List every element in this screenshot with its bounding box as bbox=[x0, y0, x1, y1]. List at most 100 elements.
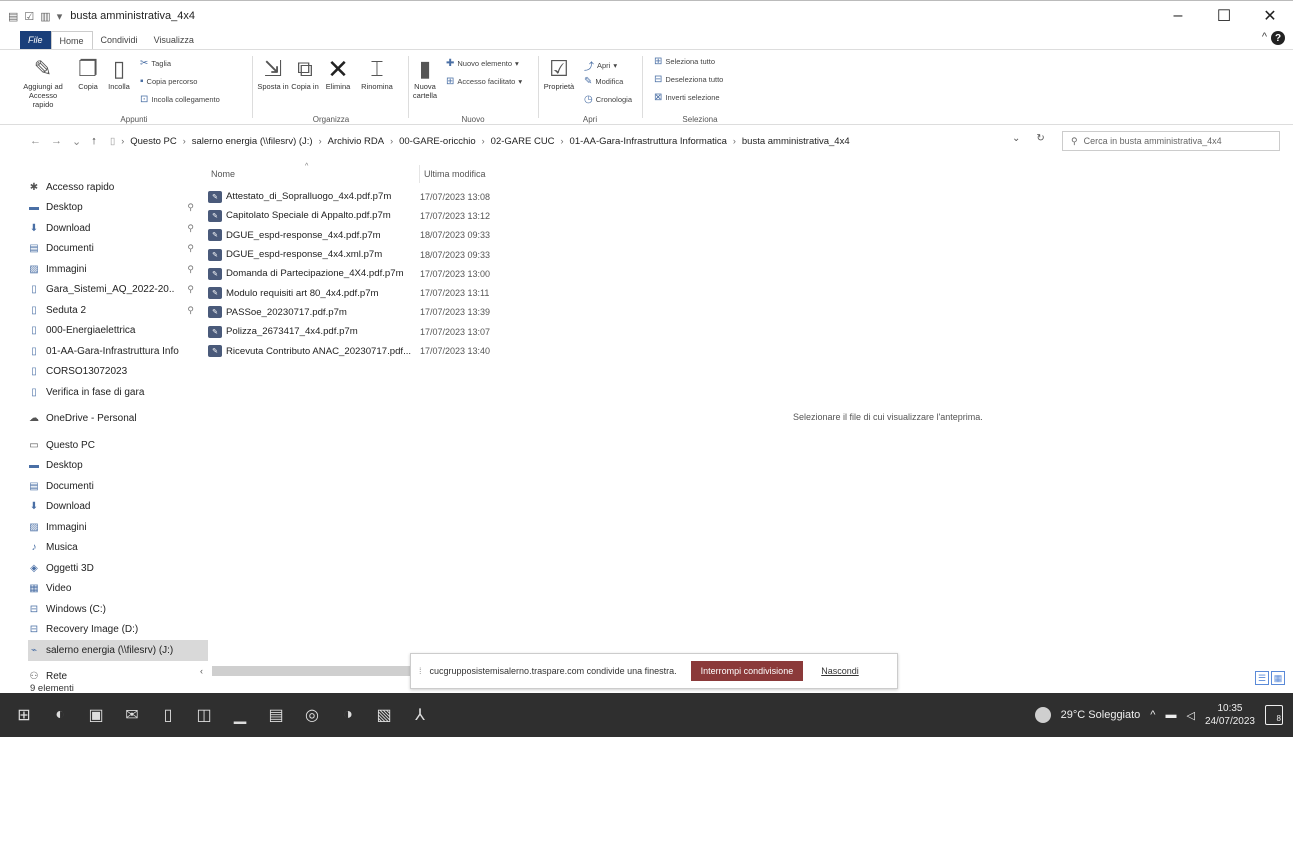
nav-item[interactable]: ▯ CORSO13072023 bbox=[28, 362, 208, 383]
nav-item[interactable]: ◈ Oggetti 3D bbox=[28, 558, 208, 579]
app-icon[interactable]: ◎ bbox=[294, 693, 330, 737]
open-button[interactable]: ⤴ Apri ▾ bbox=[584, 58, 617, 73]
edge-icon[interactable]: ◐ bbox=[42, 693, 78, 737]
nav-item[interactable]: ▯ 01-AA-Gara-Infrastruttura Info bbox=[28, 341, 208, 362]
breadcrumb-item[interactable]: 02-GARE CUC bbox=[491, 136, 555, 147]
nav-quick-access[interactable]: ✱ Accesso rapido bbox=[28, 177, 208, 198]
search-input[interactable]: ⚲ Cerca in busta amministrativa_4x4 bbox=[1062, 131, 1280, 151]
windows-start-icon[interactable]: ⊞ bbox=[6, 693, 42, 737]
nav-this-pc[interactable]: ▭ Questo PC bbox=[28, 435, 208, 456]
breadcrumb-item[interactable]: 01-AA-Gara-Infrastruttura Informatica bbox=[570, 136, 727, 147]
hide-link[interactable]: Nascondi bbox=[821, 666, 859, 676]
copy-to-button[interactable]: ⧉ Copia in bbox=[288, 56, 322, 91]
properties-button[interactable]: ☑ Proprietà bbox=[540, 56, 578, 91]
close-button[interactable]: ✕ bbox=[1247, 1, 1293, 31]
network-icon[interactable]: ▬ bbox=[1165, 709, 1176, 721]
tab-home[interactable]: Home bbox=[50, 31, 93, 49]
copy-path-button[interactable]: ▪ Copia percorso bbox=[140, 76, 197, 87]
forward-icon[interactable]: → bbox=[51, 135, 62, 148]
acrobat-icon[interactable]: ⅄ bbox=[402, 693, 438, 737]
chevron-down-icon[interactable]: ⌄ bbox=[1012, 133, 1020, 144]
easy-access-button[interactable]: ⊞ Accesso facilitato ▾ bbox=[446, 76, 522, 87]
file-row[interactable]: ✎ DGUE_espd-response_4x4.xml.p7m 18/07/202… bbox=[208, 245, 538, 264]
collapse-ribbon-icon[interactable]: ^ bbox=[1262, 31, 1267, 45]
breadcrumb-item[interactable]: Questo PC bbox=[130, 136, 176, 147]
tab-share[interactable]: Condividi bbox=[93, 31, 146, 49]
nav-item[interactable]: ▤ Documenti ⚲ bbox=[28, 239, 208, 260]
details-view-icon[interactable]: ☰ bbox=[1255, 671, 1269, 685]
nav-item[interactable]: ▯ Seduta 2 ⚲ bbox=[28, 300, 208, 321]
nav-item[interactable]: ⊟ Recovery Image (D:) bbox=[28, 620, 208, 641]
horizontal-scrollbar[interactable]: ‹ bbox=[200, 665, 410, 677]
paste-shortcut-button[interactable]: ⊡ Incolla collegamento bbox=[140, 94, 220, 105]
folder-icon[interactable]: ▤ bbox=[8, 10, 18, 23]
nav-item[interactable]: ♪ Musica bbox=[28, 538, 208, 559]
nav-item[interactable]: ▦ Video bbox=[28, 579, 208, 600]
properties-icon[interactable]: ☑ bbox=[24, 10, 34, 23]
nav-item[interactable]: ▬ Desktop bbox=[28, 456, 208, 477]
file-row[interactable]: ✎ Attestato_di_Sopralluogo_4x4.pdf.p7m 17/… bbox=[208, 187, 538, 206]
folder-icon[interactable]: ▤ bbox=[258, 693, 294, 737]
nav-item[interactable]: ▤ Documenti bbox=[28, 476, 208, 497]
column-header-name[interactable]: Nome bbox=[207, 165, 419, 183]
file-row[interactable]: ✎ DGUE_espd-response_4x4.pdf.p7m 18/07/202… bbox=[208, 226, 538, 245]
file-row[interactable]: ✎ Ricevuta Contributo ANAC_20230717.pdf..… bbox=[208, 341, 538, 360]
rename-button[interactable]: ⌶ Rinomina bbox=[356, 56, 398, 91]
app-icon[interactable]: ▁ bbox=[222, 693, 258, 737]
large-icons-view-icon[interactable]: ▦ bbox=[1271, 671, 1285, 685]
nav-item[interactable]: ▯ Verifica in fase di gara bbox=[28, 382, 208, 403]
notifications-icon[interactable]: 8 bbox=[1265, 705, 1283, 725]
clock[interactable]: 10:35 24/07/2023 bbox=[1205, 702, 1255, 728]
weather-icon[interactable] bbox=[1034, 707, 1051, 723]
scrollbar-thumb[interactable] bbox=[212, 666, 410, 676]
stop-sharing-button[interactable]: Interrompi condivisione bbox=[690, 661, 804, 681]
select-all-button[interactable]: ⊞ Seleziona tutto bbox=[654, 56, 715, 67]
new-folder-button[interactable]: ▮ Nuova cartella bbox=[410, 56, 440, 100]
paste-button[interactable]: ▯ Incolla bbox=[102, 56, 136, 91]
drag-handle-icon[interactable]: ⁞ bbox=[419, 666, 422, 676]
file-row[interactable]: ✎ Domanda di Partecipazione_4X4.pdf.p7m 17… bbox=[208, 264, 538, 283]
file-row[interactable]: ✎ Modulo requisiti art 80_4x4.pdf.p7m 17/0… bbox=[208, 283, 538, 302]
chevron-up-icon[interactable]: ^ bbox=[1150, 709, 1155, 721]
help-icon[interactable]: ? bbox=[1271, 31, 1285, 45]
breadcrumb-item[interactable]: 00-GARE-oricchio bbox=[399, 136, 476, 147]
nav-onedrive[interactable]: ☁ OneDrive - Personal bbox=[28, 409, 208, 430]
breadcrumb-item[interactable]: Archivio RDA bbox=[328, 136, 385, 147]
nav-item[interactable]: ⊟ Windows (C:) bbox=[28, 599, 208, 620]
volume-icon[interactable]: ◁ bbox=[1186, 709, 1194, 722]
tab-view[interactable]: Visualizza bbox=[146, 31, 202, 49]
nav-item[interactable]: ⬇ Download bbox=[28, 497, 208, 518]
new-item-button[interactable]: ✚ Nuovo elemento ▾ bbox=[446, 58, 519, 69]
maximize-button[interactable]: ☐ bbox=[1201, 1, 1247, 31]
nav-item[interactable]: ▯ 000-Energiaelettrica bbox=[28, 321, 208, 342]
chrome-icon[interactable]: ◑ bbox=[330, 693, 366, 737]
tab-file[interactable]: File bbox=[20, 31, 51, 49]
notes-icon[interactable]: ▧ bbox=[366, 693, 402, 737]
column-header-modified[interactable]: Ultima modifica bbox=[419, 165, 535, 183]
history-button[interactable]: ◷ Cronologia bbox=[584, 94, 632, 105]
pin-quick-access-button[interactable]: ✎ Aggiungi ad Accesso rapido bbox=[18, 56, 68, 109]
recent-locations-icon[interactable]: ⌄ bbox=[72, 135, 81, 148]
breadcrumb-item[interactable]: salerno energia (\\filesrv) (J:) bbox=[192, 136, 313, 147]
nav-item[interactable]: ▨ Immagini ⚲ bbox=[28, 259, 208, 280]
file-row[interactable]: ✎ PASSoe_20230717.pdf.p7m 17/07/2023 13:39 bbox=[208, 303, 538, 322]
nav-item[interactable]: ▯ Gara_Sistemi_AQ_2022-20.. ⚲ bbox=[28, 280, 208, 301]
file-explorer-icon[interactable]: ▯ bbox=[150, 693, 186, 737]
file-row[interactable]: ✎ Polizza_2673417_4x4.pdf.p7m 17/07/2023 1… bbox=[208, 322, 538, 341]
back-icon[interactable]: ← bbox=[30, 135, 41, 148]
file-row[interactable]: ✎ Capitolato Speciale di Appalto.pdf.p7m 1… bbox=[208, 206, 538, 225]
nav-item[interactable]: ⬇ Download ⚲ bbox=[28, 218, 208, 239]
minimize-button[interactable]: – bbox=[1155, 1, 1201, 31]
delete-button[interactable]: ✕ Elimina bbox=[320, 56, 356, 91]
refresh-icon[interactable]: ↻ bbox=[1036, 133, 1044, 144]
invert-selection-button[interactable]: ⊠ Inverti selezione bbox=[654, 92, 720, 103]
select-none-button[interactable]: ⊟ Deseleziona tutto bbox=[654, 74, 723, 85]
store-icon[interactable]: ▣ bbox=[78, 693, 114, 737]
app-icon[interactable]: ◫ bbox=[186, 693, 222, 737]
weather-text[interactable]: 29°C Soleggiato bbox=[1061, 709, 1141, 721]
cut-button[interactable]: ✂ Taglia bbox=[140, 58, 171, 69]
move-to-button[interactable]: ⇲ Sposta in bbox=[256, 56, 290, 91]
breadcrumb-item[interactable]: busta amministrativa_4x4 bbox=[742, 136, 850, 147]
address-bar[interactable]: ▯ › Questo PC › salerno energia (\\files… bbox=[110, 131, 1050, 151]
mail-icon[interactable]: ✉ bbox=[114, 693, 150, 737]
